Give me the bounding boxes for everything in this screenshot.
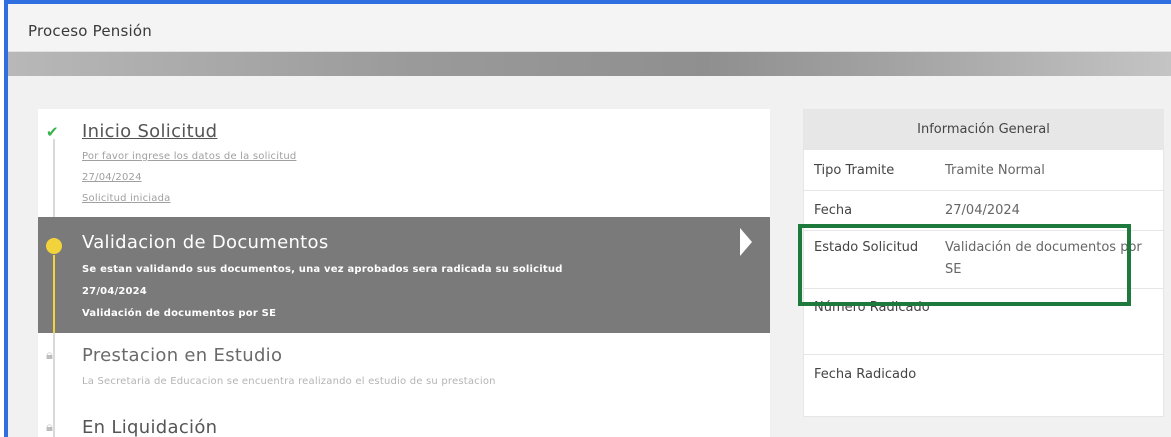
- step-title: Validacion de Documentos: [82, 232, 329, 253]
- step-description-link[interactable]: Por favor ingrese los datos de la solici…: [82, 151, 296, 162]
- current-dot-icon: [46, 238, 62, 254]
- check-icon: ✔: [46, 123, 59, 141]
- info-heading: Información General: [804, 110, 1163, 150]
- info-label: Fecha: [814, 203, 853, 218]
- step-date[interactable]: 27/04/2024: [82, 172, 142, 183]
- step-description: La Secretaria de Educacion se encuentra …: [82, 376, 496, 387]
- step-title: En Liquidación: [82, 417, 218, 437]
- info-value: Tramite Normal: [945, 163, 1045, 178]
- lock-icon: 🔒︎: [46, 348, 53, 363]
- step-title[interactable]: Inicio Solicitud: [82, 121, 217, 142]
- step-prestacion-estudio: 🔒︎ Prestacion en Estudio La Secretaria d…: [38, 333, 770, 405]
- step-validacion-documentos[interactable]: Validacion de Documentos Se estan valida…: [38, 217, 770, 333]
- step-inicio-solicitud[interactable]: ✔ Inicio Solicitud Por favor ingrese los…: [38, 109, 770, 217]
- info-row-tipo-tramite: Tipo Tramite Tramite Normal: [804, 150, 1163, 191]
- app-frame: Proceso Pensión ✔ Inicio Solicitud Por f…: [4, 0, 1171, 437]
- info-label: Tipo Tramite: [814, 163, 895, 178]
- page-header: Proceso Pensión: [8, 4, 1171, 52]
- info-row-fecha-radicado: Fecha Radicado: [804, 355, 1163, 416]
- info-label: Fecha Radicado: [814, 367, 917, 382]
- process-steps-panel: ✔ Inicio Solicitud Por favor ingrese los…: [38, 109, 770, 437]
- step-date: 27/04/2024: [82, 286, 147, 297]
- step-description: Se estan validando sus documentos, una v…: [82, 264, 563, 275]
- info-value: 27/04/2024: [945, 203, 1020, 218]
- current-timeline-segment: [53, 255, 55, 333]
- step-title: Prestacion en Estudio: [82, 345, 283, 366]
- active-step-pointer: [740, 228, 752, 256]
- content-area: ✔ Inicio Solicitud Por favor ingrese los…: [8, 76, 1171, 437]
- estado-highlight-box: [798, 224, 1131, 306]
- lock-icon: 🔒︎: [46, 420, 53, 435]
- step-status[interactable]: Solicitud iniciada: [82, 193, 170, 204]
- step-status: Validación de documentos por SE: [82, 308, 277, 319]
- step-en-liquidacion: 🔒︎ En Liquidación: [38, 405, 770, 437]
- page-title: Proceso Pensión: [28, 22, 152, 40]
- header-banner: [8, 52, 1171, 76]
